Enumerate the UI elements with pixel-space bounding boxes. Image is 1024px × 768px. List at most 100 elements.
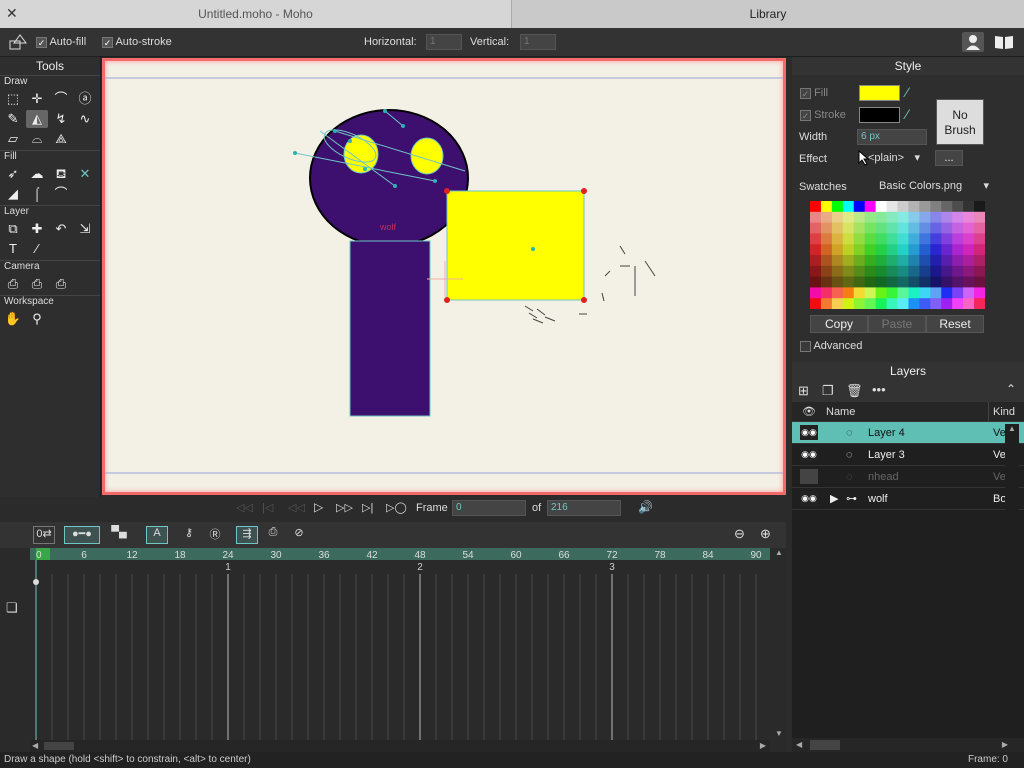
delete-layer-icon[interactable]: 🗑 <box>846 383 863 399</box>
zoom-in-icon[interactable]: ⊕ <box>760 526 771 542</box>
camera-zoom-icon[interactable]: ⎙ <box>26 275 48 293</box>
eraser-icon[interactable]: ↯ <box>50 110 72 128</box>
close-icon[interactable]: ✕ <box>6 6 20 20</box>
new-layer-icon[interactable]: ⊞ <box>798 383 809 399</box>
set-origin-icon[interactable]: ✚ <box>26 220 48 238</box>
switch-layer-icon[interactable]: ⇲ <box>74 220 96 238</box>
freehand-icon[interactable]: ✎ <box>2 110 24 128</box>
name-column-header[interactable]: Name <box>826 406 855 418</box>
blob-brush-icon[interactable]: ∿ <box>74 110 96 128</box>
delete-edge-icon[interactable]: ▱ <box>2 130 24 148</box>
kind-column-header[interactable]: Kind <box>988 402 1015 422</box>
frame-input[interactable]: 0 <box>452 500 526 516</box>
more-icon[interactable]: ••• <box>872 382 886 397</box>
user-icon[interactable] <box>962 32 984 52</box>
layer-row[interactable]: ◌ nhead Ve <box>792 466 1024 488</box>
camera-keys-icon[interactable]: ⎙ <box>262 526 284 544</box>
hide-edge-icon[interactable]: ⌠ <box>26 185 48 203</box>
library-book-icon[interactable] <box>992 32 1016 52</box>
stroke-checkbox[interactable]: ✓ Stroke <box>800 109 846 121</box>
canvas-stage[interactable]: wolf <box>102 58 786 495</box>
layer-row[interactable]: ◉◉ ◌ Layer 3 Ve <box>792 444 1024 466</box>
magnet-icon[interactable]: ⌓ <box>26 130 48 148</box>
onion-skin-icon[interactable]: ▀▄ <box>104 526 134 544</box>
auto-fill-checkbox[interactable]: ✓ Auto-fill <box>36 36 86 48</box>
relative-keyframing-icon[interactable]: ⇶ <box>236 526 258 544</box>
layer-row[interactable]: ◉◉ ◌ Layer 4 Ve <box>792 422 1024 444</box>
draw-shape-icon[interactable]: ◭ <box>26 110 48 128</box>
width-input[interactable]: 6 px <box>857 129 927 145</box>
rotate-layer-icon[interactable]: ↶ <box>50 220 72 238</box>
horizontal-input[interactable]: 1 <box>426 34 462 50</box>
key-icon[interactable]: ⚷ <box>178 526 200 544</box>
create-shape-icon[interactable]: ☁ <box>26 165 48 183</box>
paint-bucket-icon[interactable]: ⛾ <box>50 165 72 183</box>
curvature-icon[interactable]: ⓐ <box>74 90 96 108</box>
auto-stroke-checkbox[interactable]: ✓ Auto-stroke <box>102 36 172 48</box>
playback-bar: ◁◁ |◁ ◁◁ ▷ ▷▷ ▷| ▷◯ Frame 0 of 216 🔊 <box>102 497 786 519</box>
timeline-horizontal-scrollbar[interactable]: ◀ ▶ <box>30 740 770 752</box>
hidden-eye-icon[interactable] <box>800 469 818 484</box>
tab-document[interactable]: Untitled.moho - Moho <box>0 0 511 28</box>
layers-vertical-scrollbar[interactable]: ▲ <box>1005 424 1019 738</box>
stroke-exposure-icon[interactable]: ⌒ <box>50 185 72 203</box>
select-points-icon[interactable]: ⬚ <box>2 90 24 108</box>
eyedropper-icon[interactable]: ⁄ <box>26 240 48 258</box>
eye-icon[interactable]: ◉◉ <box>800 425 818 440</box>
camera-track-icon[interactable]: ⎙ <box>2 275 24 293</box>
total-frames-input[interactable]: 216 <box>547 500 621 516</box>
delete-shape-icon[interactable]: ✕ <box>74 165 96 183</box>
advanced-checkbox[interactable]: Advanced <box>800 340 862 352</box>
volume-icon[interactable]: 🔊 <box>638 500 653 514</box>
hand-pan-icon[interactable]: ✋ <box>2 310 24 328</box>
eye-icon[interactable]: ◉◉ <box>800 491 818 506</box>
loop-icon[interactable]: ▷◯ <box>386 501 407 514</box>
camera-roll-icon[interactable]: ⎙ <box>50 275 72 293</box>
timeline-ruler[interactable]: 0 6 12 18 24 30 36 42 48 54 60 66 72 78 84 90 <box>30 548 770 561</box>
tab-library[interactable]: Library <box>511 0 1024 28</box>
layer-row[interactable]: ◉◉ ▶ ⊶ wolf Bo <box>792 488 1024 510</box>
effect-more-button[interactable]: ... <box>935 150 963 166</box>
collapse-icon[interactable]: ⌃ <box>1006 382 1016 396</box>
transform-points-icon[interactable]: ✛ <box>26 90 48 108</box>
paste-button[interactable]: Paste <box>868 315 926 333</box>
play-icon[interactable]: ▷ <box>314 500 323 514</box>
vertical-input[interactable]: 1 <box>520 34 556 50</box>
rewind-icon[interactable]: |◁ <box>262 501 273 514</box>
timeline-vertical-scrollbar[interactable]: ▲ ▼ <box>772 548 786 740</box>
timeline-tracks[interactable]: 1 2 3 <box>30 560 773 740</box>
zoom-icon[interactable]: ⚲ <box>26 310 48 328</box>
duplicate-layer-icon[interactable]: ❐ <box>822 383 834 399</box>
seconds-label: 2 <box>417 562 423 573</box>
text-tool-icon[interactable]: T <box>2 240 24 258</box>
end-icon[interactable]: ▷| <box>362 501 373 514</box>
keyframe-interp-icon[interactable]: ●━● <box>64 526 100 544</box>
stroke-color-swatch[interactable] <box>859 107 900 123</box>
zoom-out-icon[interactable]: ⊖ <box>734 526 745 542</box>
no-brush-button[interactable]: No Brush <box>936 99 984 145</box>
no-camera-icon[interactable]: ⊘ <box>288 526 310 544</box>
first-keyframe-icon[interactable]: ◁◁ <box>236 501 253 514</box>
expand-arrow-icon[interactable]: ▶ <box>830 488 838 510</box>
reset-button[interactable]: Reset <box>926 315 984 333</box>
fill-eyedropper-icon[interactable]: ⁄ <box>906 84 924 102</box>
select-shape-icon[interactable]: ➶ <box>2 165 24 183</box>
color-swatches-grid[interactable] <box>810 201 986 310</box>
fill-checkbox[interactable]: ✓ Fill <box>800 87 828 99</box>
warp-icon[interactable]: ⟁ <box>50 130 72 148</box>
channels-icon[interactable]: 0⇄ <box>33 526 55 544</box>
canvas-drawing[interactable]: wolf <box>105 61 783 492</box>
copy-button[interactable]: Copy <box>810 315 868 333</box>
step-forward-icon[interactable]: ▷▷ <box>336 501 353 514</box>
eye-icon[interactable]: ◉◉ <box>800 447 818 462</box>
layers-horizontal-scrollbar[interactable]: ◀ ▶ <box>792 738 1024 752</box>
record-icon[interactable]: Ⓡ <box>206 526 224 544</box>
swatches-dropdown[interactable]: Basic Colors.png ▾ <box>857 178 995 194</box>
add-point-icon[interactable]: ⌒ <box>50 90 72 108</box>
fill-color-swatch[interactable] <box>859 85 900 101</box>
transform-layer-icon[interactable]: ⧉ <box>2 220 24 238</box>
step-back-icon[interactable]: ◁◁ <box>288 501 305 514</box>
stroke-eyedropper-icon[interactable]: ⁄ <box>906 106 924 124</box>
auto-freeze-icon[interactable]: A <box>146 526 168 544</box>
line-width-icon[interactable]: ◢ <box>2 185 24 203</box>
